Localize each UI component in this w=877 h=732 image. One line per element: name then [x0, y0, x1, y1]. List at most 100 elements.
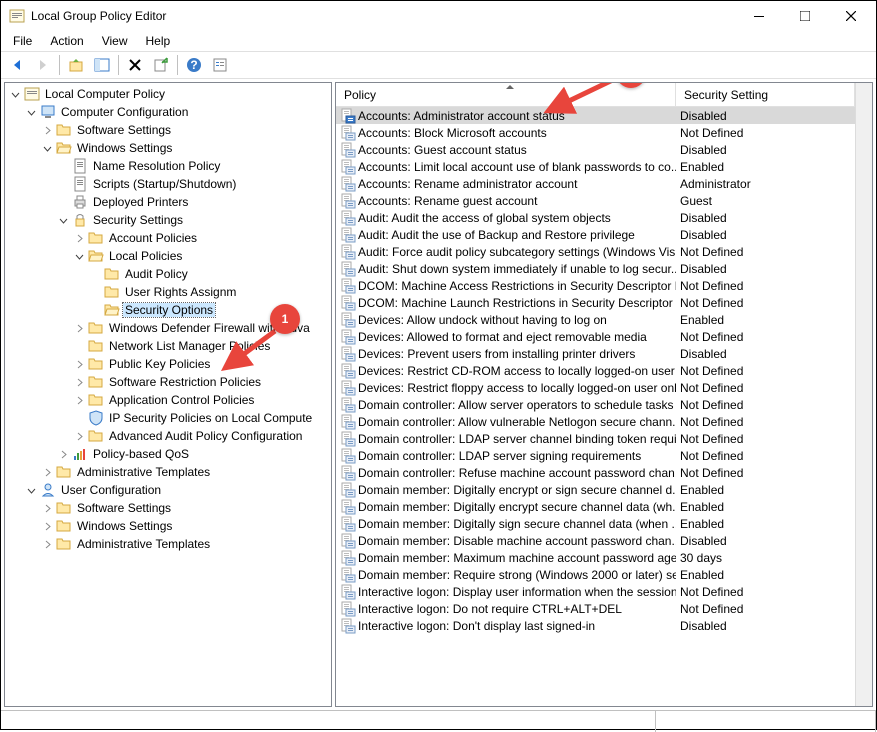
collapse-icon[interactable] [41, 142, 53, 154]
policy-setting: 30 days [676, 551, 855, 565]
tree-item-policy-qos[interactable]: Policy-based QoS [5, 445, 331, 463]
tree-item-computer-configuration[interactable]: Computer Configuration [5, 103, 331, 121]
policy-name: Devices: Allow undock without having to … [358, 313, 607, 327]
policy-row[interactable]: Domain member: Digitally encrypt or sign… [336, 481, 855, 498]
security-options-icon [104, 302, 120, 318]
expand-icon[interactable] [41, 520, 53, 532]
tree-item-user-windows-settings[interactable]: Windows Settings [5, 517, 331, 535]
tree-item-local-policies[interactable]: Local Policies [5, 247, 331, 265]
tree-item-root[interactable]: Local Computer Policy [5, 85, 331, 103]
policy-setting: Not Defined [676, 432, 855, 446]
user-configuration-icon [40, 482, 56, 498]
tree-item-audit-policy[interactable]: Audit Policy [5, 265, 331, 283]
collapse-icon[interactable] [73, 250, 85, 262]
tree-item-ip-security[interactable]: IP Security Policies on Local Compute [5, 409, 331, 427]
policy-row[interactable]: Accounts: Guest account statusDisabled [336, 141, 855, 158]
expand-icon[interactable] [73, 358, 85, 370]
window-title: Local Group Policy Editor [31, 9, 736, 23]
minimize-button[interactable] [736, 1, 782, 31]
policy-row[interactable]: Accounts: Rename guest accountGuest [336, 192, 855, 209]
expand-icon[interactable] [41, 124, 53, 136]
policy-row[interactable]: Devices: Allowed to format and eject rem… [336, 328, 855, 345]
tree-item-user-software-settings[interactable]: Software Settings [5, 499, 331, 517]
policy-row[interactable]: Domain controller: Refuse machine accoun… [336, 464, 855, 481]
maximize-button[interactable] [782, 1, 828, 31]
expand-icon[interactable] [73, 376, 85, 388]
delete-button[interactable] [123, 53, 147, 77]
forward-button[interactable] [31, 53, 55, 77]
vertical-scrollbar[interactable] [855, 83, 872, 706]
policy-row[interactable]: Interactive logon: Don't display last si… [336, 617, 855, 634]
policy-row[interactable]: DCOM: Machine Launch Restrictions in Sec… [336, 294, 855, 311]
policy-row[interactable]: Audit: Audit the use of Backup and Resto… [336, 226, 855, 243]
policy-row[interactable]: DCOM: Machine Access Restrictions in Sec… [336, 277, 855, 294]
policy-row[interactable]: Devices: Allow undock without having to … [336, 311, 855, 328]
tree-item-account-policies[interactable]: Account Policies [5, 229, 331, 247]
collapse-icon[interactable] [25, 106, 37, 118]
menu-file[interactable]: File [5, 32, 40, 50]
tree-item-name-resolution[interactable]: Name Resolution Policy [5, 157, 331, 175]
policy-row[interactable]: Accounts: Rename administrator accountAd… [336, 175, 855, 192]
help-button[interactable]: ? [182, 53, 206, 77]
tree-panel[interactable]: Local Computer PolicyComputer Configurat… [4, 82, 332, 707]
menu-action[interactable]: Action [42, 32, 91, 50]
expand-icon[interactable] [57, 448, 69, 460]
collapse-icon[interactable] [9, 88, 21, 100]
tree-item-software-settings[interactable]: Software Settings [5, 121, 331, 139]
expand-icon[interactable] [73, 322, 85, 334]
tree-item-user-rights[interactable]: User Rights Assignm [5, 283, 331, 301]
policy-row[interactable]: Domain member: Digitally encrypt secure … [336, 498, 855, 515]
menu-help[interactable]: Help [138, 32, 179, 50]
policy-row[interactable]: Domain controller: Allow vulnerable Netl… [336, 413, 855, 430]
policy-row[interactable]: Interactive logon: Do not require CTRL+A… [336, 600, 855, 617]
policy-name: Domain member: Digitally encrypt secure … [358, 500, 676, 514]
properties-button[interactable] [208, 53, 232, 77]
policy-row[interactable]: Interactive logon: Display user informat… [336, 583, 855, 600]
list-rows[interactable]: Accounts: Administrator account statusDi… [336, 107, 855, 703]
collapse-icon[interactable] [25, 484, 37, 496]
column-security-setting[interactable]: Security Setting [676, 83, 855, 106]
tree-item-advanced-audit[interactable]: Advanced Audit Policy Configuration [5, 427, 331, 445]
policy-row[interactable]: Audit: Shut down system immediately if u… [336, 260, 855, 277]
policy-row[interactable]: Audit: Audit the access of global system… [336, 209, 855, 226]
show-hide-tree-button[interactable] [90, 53, 114, 77]
up-button[interactable] [64, 53, 88, 77]
expand-icon[interactable] [41, 538, 53, 550]
tree-label: Scripts (Startup/Shutdown) [91, 177, 238, 191]
tree-item-security-settings[interactable]: Security Settings [5, 211, 331, 229]
back-button[interactable] [5, 53, 29, 77]
policy-row[interactable]: Accounts: Limit local account use of bla… [336, 158, 855, 175]
policy-row[interactable]: Accounts: Block Microsoft accountsNot De… [336, 124, 855, 141]
expand-icon[interactable] [41, 466, 53, 478]
tree-item-windows-settings[interactable]: Windows Settings [5, 139, 331, 157]
tree-item-user-admin-templates[interactable]: Administrative Templates [5, 535, 331, 553]
expand-icon[interactable] [73, 232, 85, 244]
policy-row[interactable]: Audit: Force audit policy subcategory se… [336, 243, 855, 260]
menu-view[interactable]: View [94, 32, 136, 50]
tree-item-scripts[interactable]: Scripts (Startup/Shutdown) [5, 175, 331, 193]
expand-icon[interactable] [73, 430, 85, 442]
policy-row[interactable]: Devices: Prevent users from installing p… [336, 345, 855, 362]
tree-item-admin-templates[interactable]: Administrative Templates [5, 463, 331, 481]
policy-row[interactable]: Domain member: Require strong (Windows 2… [336, 566, 855, 583]
tree-label: Windows Settings [75, 519, 174, 533]
policy-row[interactable]: Domain member: Maximum machine account p… [336, 549, 855, 566]
close-button[interactable] [828, 1, 874, 31]
policy-row[interactable]: Domain controller: LDAP server channel b… [336, 430, 855, 447]
tree-item-user-configuration[interactable]: User Configuration [5, 481, 331, 499]
tree-item-app-control[interactable]: Application Control Policies [5, 391, 331, 409]
collapse-icon[interactable] [57, 214, 69, 226]
policy-row[interactable]: Domain member: Disable machine account p… [336, 532, 855, 549]
policy-row[interactable]: Domain controller: LDAP server signing r… [336, 447, 855, 464]
policy-row[interactable]: Devices: Restrict CD-ROM access to local… [336, 362, 855, 379]
expand-icon[interactable] [41, 502, 53, 514]
policy-icon [340, 465, 356, 481]
policy-row[interactable]: Devices: Restrict floppy access to local… [336, 379, 855, 396]
export-button[interactable] [149, 53, 173, 77]
separator [118, 55, 119, 75]
expand-icon[interactable] [73, 394, 85, 406]
policy-row[interactable]: Domain controller: Allow server operator… [336, 396, 855, 413]
policy-icon [340, 499, 356, 515]
tree-item-deployed-printers[interactable]: Deployed Printers [5, 193, 331, 211]
policy-row[interactable]: Domain member: Digitally sign secure cha… [336, 515, 855, 532]
